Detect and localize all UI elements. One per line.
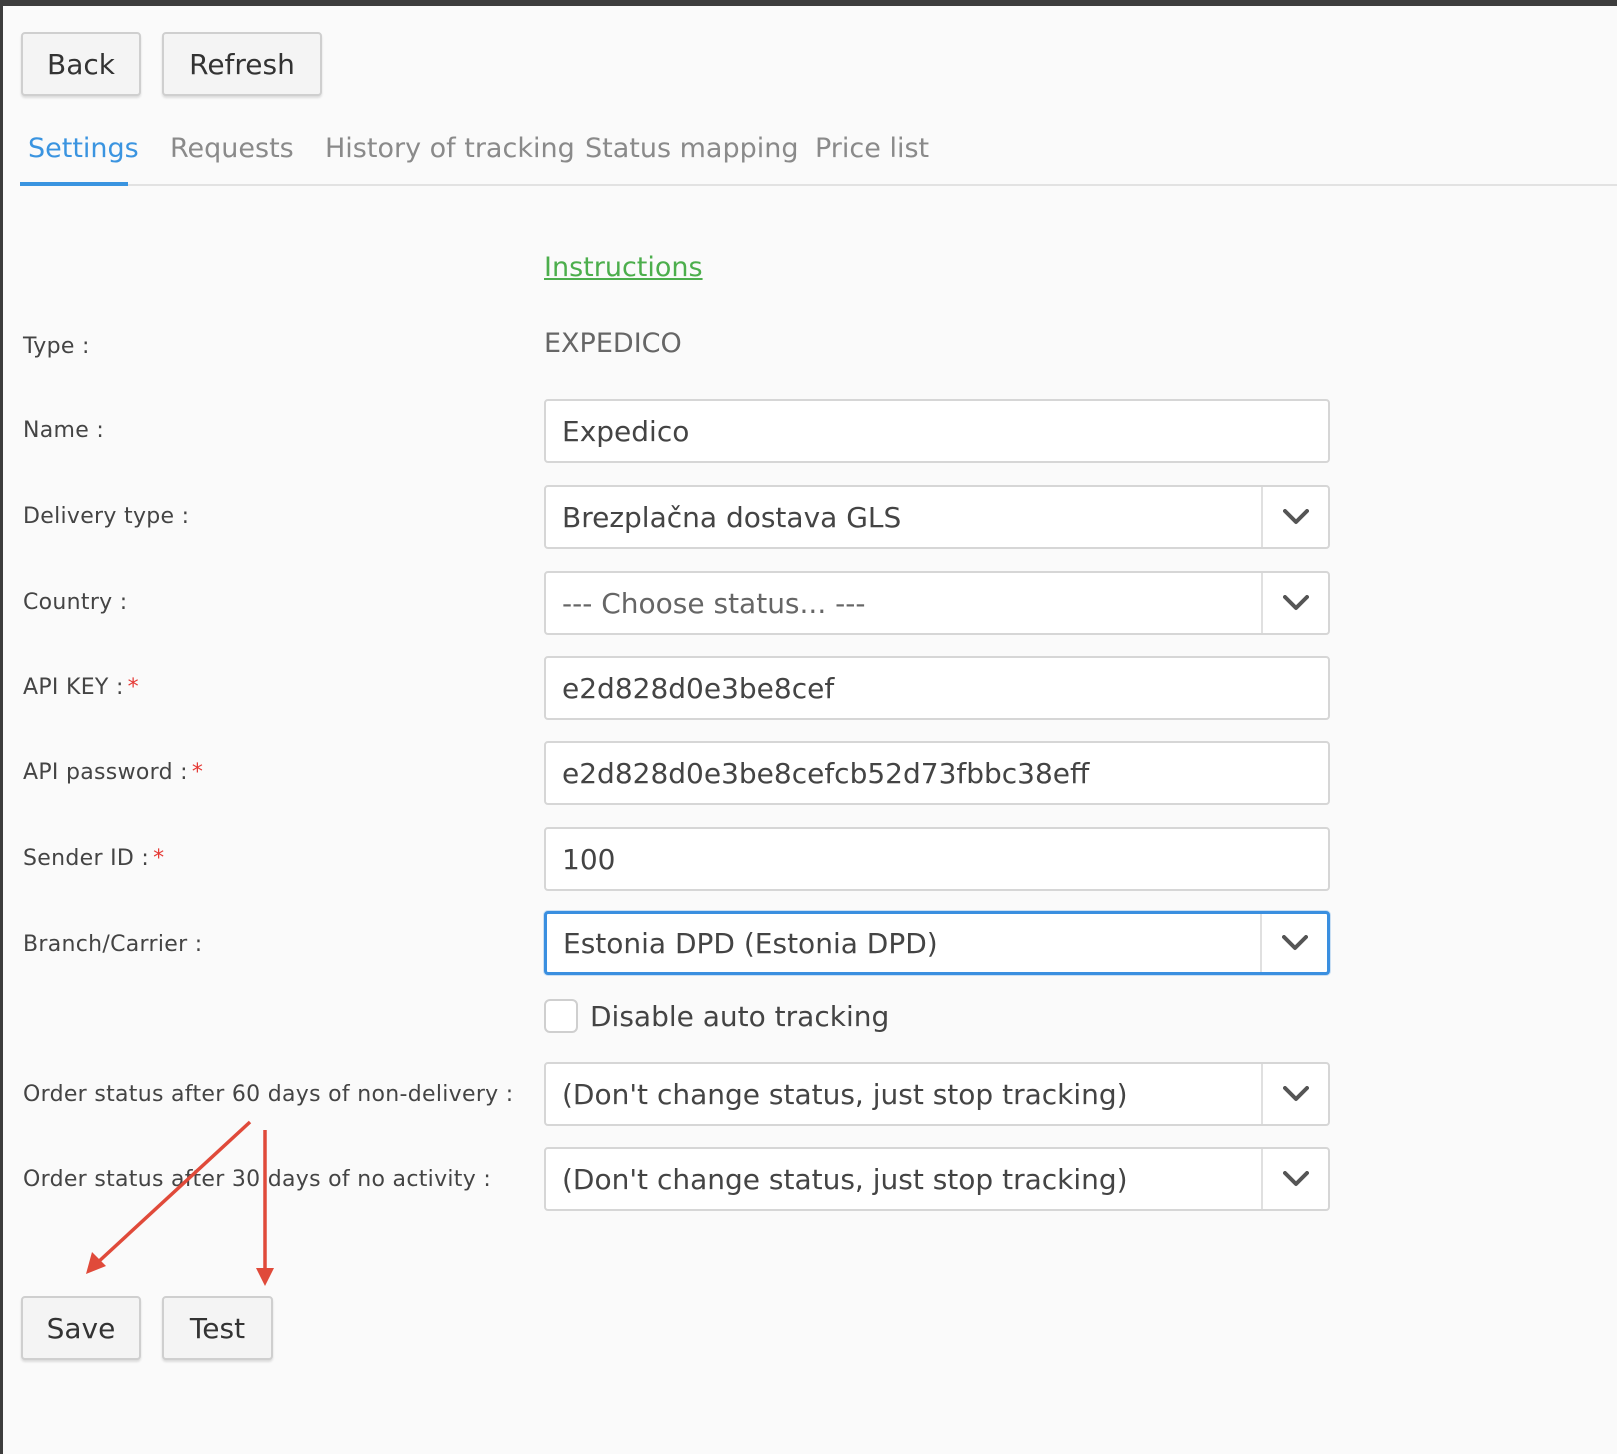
- status-after-30-value: (Don't change status, just stop tracking…: [562, 1162, 1128, 1196]
- api-key-field[interactable]: e2d828d0e3be8cef: [544, 656, 1330, 720]
- tab-settings[interactable]: Settings: [20, 126, 139, 186]
- sender-id-label-text: Sender ID :: [23, 846, 150, 871]
- branch-carrier-label: Branch/Carrier :: [23, 932, 203, 957]
- country-label: Country :: [23, 590, 128, 615]
- branch-carrier-select[interactable]: Estonia DPD (Estonia DPD): [544, 911, 1330, 975]
- country-placeholder: --- Choose status... ---: [562, 586, 866, 620]
- api-password-value: e2d828d0e3be8cefcb52d73fbbc38eff: [562, 756, 1090, 790]
- tab-status-mapping[interactable]: Status mapping: [585, 126, 799, 186]
- chevron-down-icon[interactable]: [1261, 487, 1328, 547]
- required-mark: *: [191, 760, 204, 785]
- delivery-type-select[interactable]: Brezplačna dostava GLS: [544, 485, 1330, 549]
- annotation-arrow-to-save: [94, 1120, 252, 1266]
- annotation-arrowhead-test: [256, 1268, 274, 1286]
- window-top-border: [0, 0, 1617, 6]
- api-password-field[interactable]: e2d828d0e3be8cefcb52d73fbbc38eff: [544, 741, 1330, 805]
- save-button[interactable]: Save: [21, 1296, 141, 1360]
- api-key-value: e2d828d0e3be8cef: [562, 671, 835, 705]
- api-password-label: API password : *: [23, 760, 203, 785]
- back-button[interactable]: Back: [21, 32, 141, 96]
- disable-auto-tracking-checkbox[interactable]: [544, 999, 578, 1033]
- status-after-60-value: (Don't change status, just stop tracking…: [562, 1077, 1128, 1111]
- sender-id-field[interactable]: 100: [544, 827, 1330, 891]
- status-after-60-label: Order status after 60 days of non-delive…: [23, 1082, 514, 1107]
- instructions-link[interactable]: Instructions: [544, 252, 703, 283]
- chevron-down-icon[interactable]: [1261, 1149, 1328, 1209]
- window-left-border: [0, 6, 3, 1454]
- type-value: EXPEDICO: [544, 328, 682, 359]
- country-select[interactable]: --- Choose status... ---: [544, 571, 1330, 635]
- chevron-down-icon[interactable]: [1261, 1064, 1328, 1124]
- required-mark: *: [153, 846, 165, 871]
- delivery-type-label: Delivery type :: [23, 504, 190, 529]
- sender-id-label: Sender ID : *: [23, 846, 164, 871]
- status-after-30-select[interactable]: (Don't change status, just stop tracking…: [544, 1147, 1330, 1211]
- tab-price-list[interactable]: Price list: [815, 126, 929, 186]
- name-field-value: Expedico: [562, 414, 690, 448]
- api-key-label-text: API KEY :: [23, 675, 124, 700]
- branch-carrier-value: Estonia DPD (Estonia DPD): [563, 926, 938, 960]
- test-button[interactable]: Test: [162, 1296, 273, 1360]
- api-password-label-text: API password :: [23, 760, 188, 785]
- status-after-60-select[interactable]: (Don't change status, just stop tracking…: [544, 1062, 1330, 1126]
- tab-bar: Settings Requests History of tracking St…: [20, 126, 1617, 186]
- tab-history-of-tracking[interactable]: History of tracking: [325, 126, 575, 186]
- tab-requests[interactable]: Requests: [170, 126, 294, 186]
- type-label: Type :: [23, 334, 90, 359]
- annotation-arrowhead-save: [86, 1252, 106, 1274]
- disable-auto-tracking-label[interactable]: Disable auto tracking: [590, 1000, 889, 1033]
- name-label: Name :: [23, 418, 105, 443]
- chevron-down-icon[interactable]: [1260, 914, 1327, 972]
- chevron-down-icon[interactable]: [1261, 573, 1328, 633]
- api-key-label: API KEY : *: [23, 675, 139, 700]
- refresh-button[interactable]: Refresh: [162, 32, 322, 96]
- delivery-type-value: Brezplačna dostava GLS: [562, 500, 902, 534]
- required-mark: *: [127, 675, 139, 700]
- annotation-arrows: [86, 1120, 274, 1286]
- status-after-30-label: Order status after 30 days of no activit…: [23, 1167, 492, 1192]
- name-field[interactable]: Expedico: [544, 399, 1330, 463]
- disable-auto-tracking-row: Disable auto tracking: [544, 996, 889, 1036]
- sender-id-value: 100: [562, 842, 616, 876]
